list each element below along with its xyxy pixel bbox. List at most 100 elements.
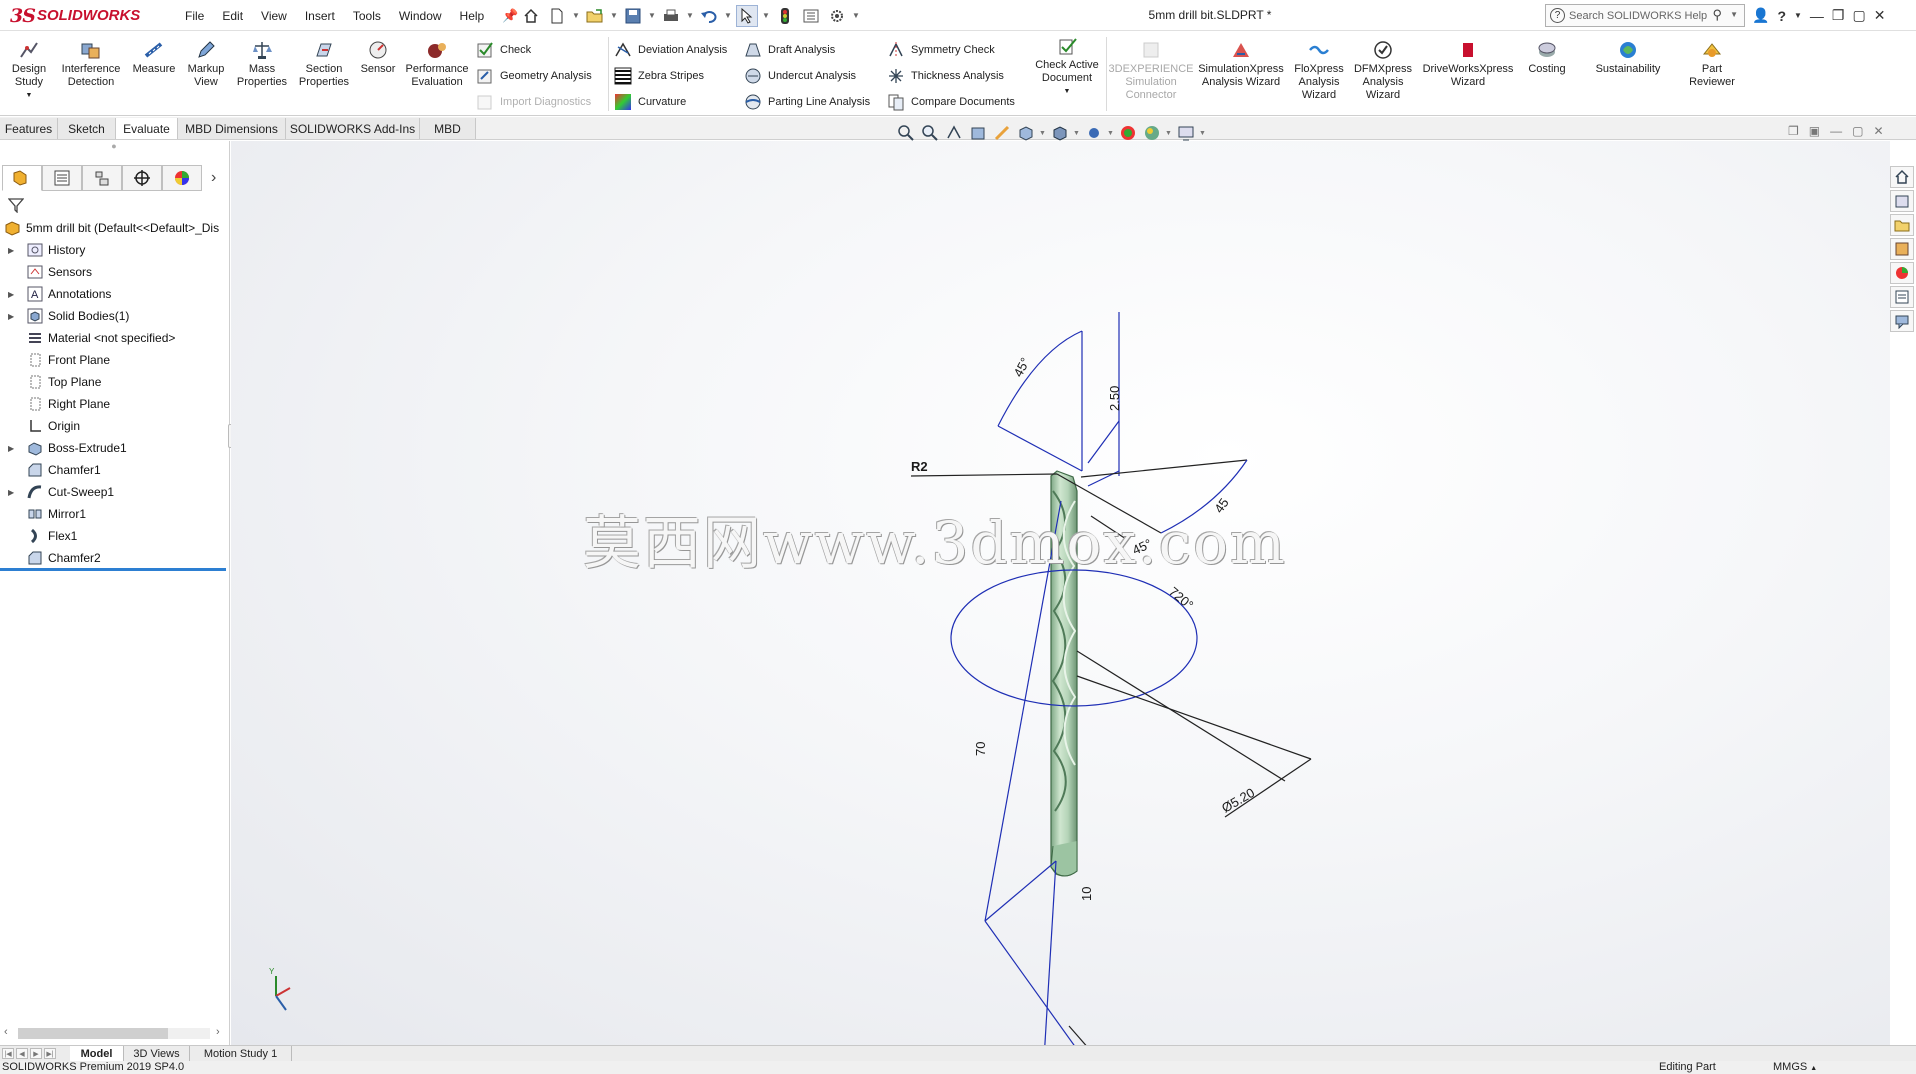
undo-icon[interactable] xyxy=(698,5,720,27)
performance-evaluation-button[interactable]: Performance Evaluation xyxy=(404,39,470,89)
menu-help[interactable]: Help xyxy=(451,9,494,23)
next-tab-icon[interactable]: ▶ xyxy=(30,1048,42,1059)
configurationmanager-tab-icon[interactable] xyxy=(82,165,122,191)
markup-view-button[interactable]: Markup View xyxy=(184,39,228,89)
search-icon[interactable]: ⚲ xyxy=(1712,7,1722,23)
save-dropdown-icon[interactable]: ▼ xyxy=(648,11,656,20)
print-icon[interactable] xyxy=(660,5,682,27)
expand-arrow-icon[interactable]: ▶ xyxy=(8,488,18,497)
menu-window[interactable]: Window xyxy=(390,9,451,23)
draft-analysis-button[interactable]: Draft Analysis xyxy=(744,39,835,61)
home-icon[interactable] xyxy=(520,5,542,27)
expand-arrow-icon[interactable]: ▶ xyxy=(8,312,18,321)
status-units[interactable]: MMGS ▲ xyxy=(1773,1061,1817,1073)
compare-documents-button[interactable]: Compare Documents xyxy=(887,91,1015,113)
panel-grip-handle[interactable]: ● xyxy=(0,141,228,155)
tab-mbd-dimensions[interactable]: MBD Dimensions xyxy=(178,118,286,139)
print-dropdown-icon[interactable]: ▼ xyxy=(686,11,694,20)
interference-detection-button[interactable]: Interference Detection xyxy=(58,39,124,89)
tree-item-annotations[interactable]: ▶ A Annotations xyxy=(0,283,228,305)
tree-horizontal-scrollbar[interactable]: ‹ › xyxy=(4,1024,226,1042)
last-tab-icon[interactable]: ▶| xyxy=(44,1048,56,1059)
hide-show-items-icon[interactable] xyxy=(1083,122,1105,144)
scene-dropdown-icon[interactable]: ▼ xyxy=(1165,130,1173,137)
previous-tab-icon[interactable]: ◀ xyxy=(16,1048,28,1059)
solidworks-resources-icon[interactable] xyxy=(1890,166,1914,188)
restore-window-icon[interactable]: ❐ xyxy=(1832,7,1845,24)
sensor-button[interactable]: Sensor xyxy=(358,39,398,76)
minimize-window-icon[interactable]: — xyxy=(1810,8,1824,24)
tab-evaluate[interactable]: Evaluate xyxy=(116,118,178,139)
deviation-analysis-button[interactable]: Deviation Analysis xyxy=(614,39,727,61)
options-dropdown-icon[interactable]: ▼ xyxy=(852,11,860,20)
select-dropdown-icon[interactable]: ▼ xyxy=(762,11,770,20)
measure-button[interactable]: Measure xyxy=(129,39,179,76)
hide-show-dropdown-icon[interactable]: ▼ xyxy=(1107,130,1115,137)
dim-helix-720[interactable]: 720° xyxy=(1166,584,1196,613)
viewport-close-icon[interactable]: ✕ xyxy=(1873,124,1883,138)
tree-item-right-plane[interactable]: Right Plane xyxy=(0,393,228,415)
solidworks-logo[interactable]: 3S SOLIDWORKS xyxy=(10,2,156,29)
first-tab-icon[interactable]: |◀ xyxy=(2,1048,14,1059)
new-document-icon[interactable] xyxy=(546,5,568,27)
scroll-right-icon[interactable]: › xyxy=(216,1026,220,1038)
simulationxpress-button[interactable]: SimulationXpress Analysis Wizard xyxy=(1196,39,1286,89)
section-view-icon[interactable] xyxy=(967,122,989,144)
driveworksxpress-button[interactable]: DriveWorksXpress Wizard xyxy=(1420,39,1516,89)
view-palette-icon[interactable] xyxy=(1890,238,1914,260)
tree-item-solid-bodies[interactable]: ▶ Solid Bodies(1) xyxy=(0,305,228,327)
menu-file[interactable]: File xyxy=(176,9,213,23)
tab-features[interactable]: Features xyxy=(0,118,58,139)
tree-item-cut-sweep1[interactable]: ▶ Cut-Sweep1 xyxy=(0,481,228,503)
view-settings-icon[interactable] xyxy=(1175,122,1197,144)
menu-tools[interactable]: Tools xyxy=(344,9,390,23)
filter-icon[interactable] xyxy=(7,197,25,216)
dynamic-annotation-icon[interactable] xyxy=(991,122,1013,144)
view-settings-dropdown-icon[interactable]: ▼ xyxy=(1199,130,1207,137)
tree-item-origin[interactable]: Origin xyxy=(0,415,228,437)
zoom-to-area-icon[interactable] xyxy=(919,122,941,144)
scroll-thumb[interactable] xyxy=(18,1028,168,1039)
import-diagnostics-button[interactable]: Import Diagnostics xyxy=(476,91,591,113)
custom-properties-icon[interactable] xyxy=(1890,286,1914,308)
tab-mbd[interactable]: MBD xyxy=(420,118,476,139)
maximize-window-icon[interactable]: ▢ xyxy=(1852,7,1865,24)
expand-arrow-icon[interactable]: ▶ xyxy=(8,444,18,453)
thickness-analysis-button[interactable]: Thickness Analysis xyxy=(887,65,1004,87)
design-library-icon[interactable] xyxy=(1890,190,1914,212)
propertymanager-tab-icon[interactable] xyxy=(42,165,82,191)
menu-insert[interactable]: Insert xyxy=(296,9,344,23)
units-dropdown-icon[interactable]: ▲ xyxy=(1810,1065,1817,1072)
dfmxpress-button[interactable]: DFMXpress Analysis Wizard xyxy=(1352,39,1414,102)
symmetry-check-button[interactable]: Symmetry Check xyxy=(887,39,995,61)
close-window-icon[interactable]: ✕ xyxy=(1874,7,1886,24)
apply-scene-icon[interactable] xyxy=(1141,122,1163,144)
viewport-restore-icon[interactable]: ❐ xyxy=(1788,124,1799,138)
new-dropdown-icon[interactable]: ▼ xyxy=(572,11,580,20)
viewport-tile-icon[interactable]: ▣ xyxy=(1809,124,1820,138)
tree-item-material[interactable]: Material <not specified> xyxy=(0,327,228,349)
tree-item-boss-extrude1[interactable]: ▶ Boss-Extrude1 xyxy=(0,437,228,459)
costing-button[interactable]: Costing xyxy=(1522,39,1572,76)
tree-root-part[interactable]: 5mm drill bit (Default<<Default>_Dis xyxy=(0,217,228,239)
previous-view-icon[interactable] xyxy=(943,122,965,144)
help-icon[interactable]: ? xyxy=(1777,8,1786,24)
tree-item-front-plane[interactable]: Front Plane xyxy=(0,349,228,371)
graphics-area[interactable]: 45° 2.50 R2 45 45° 720° 70 Ø5.20 10 Y 莫西… xyxy=(231,141,1890,1045)
3dexperience-simulation-connector-button[interactable]: 3DEXPERIENCE Simulation Connector xyxy=(1109,39,1194,102)
tab-sketch[interactable]: Sketch xyxy=(58,118,116,139)
save-icon[interactable] xyxy=(622,5,644,27)
menu-edit[interactable]: Edit xyxy=(213,9,252,23)
edit-appearance-icon[interactable] xyxy=(1117,122,1139,144)
design-study-button[interactable]: Design Study ▼ xyxy=(8,39,50,102)
dim-radius-r2[interactable]: R2 xyxy=(911,459,928,474)
displaymanager-tab-icon[interactable] xyxy=(162,165,202,191)
undo-dropdown-icon[interactable]: ▼ xyxy=(724,11,732,20)
section-properties-button[interactable]: Section Properties xyxy=(296,39,352,89)
part-reviewer-button[interactable]: Part Reviewer xyxy=(1684,39,1740,89)
geometry-analysis-button[interactable]: Geometry Analysis xyxy=(476,65,592,87)
viewport-maximize-icon[interactable]: ▢ xyxy=(1852,124,1863,138)
help-dropdown-icon[interactable]: ▼ xyxy=(1794,11,1802,20)
open-folder-icon[interactable] xyxy=(584,5,606,27)
check-active-document-button[interactable]: Check Active Document ▼ xyxy=(1032,35,1102,98)
